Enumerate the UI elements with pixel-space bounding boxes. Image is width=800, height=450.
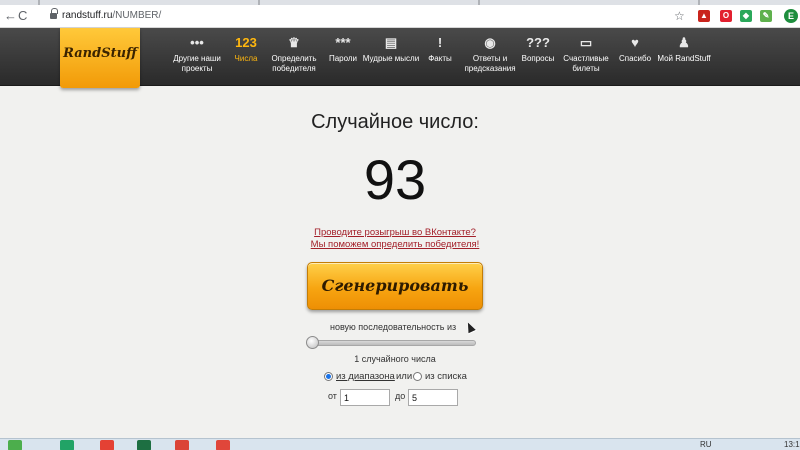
url-host: randstuff.ru xyxy=(62,10,113,21)
clock[interactable]: 13:1 xyxy=(784,439,800,450)
mouse-cursor-icon xyxy=(462,319,478,335)
reload-icon[interactable]: C xyxy=(18,8,27,24)
language-indicator[interactable]: RU xyxy=(700,439,712,450)
range-mode-radio[interactable] xyxy=(324,372,333,381)
sequence-label: новую последовательность из xyxy=(330,322,457,332)
from-label: от xyxy=(328,391,337,401)
nav-label: Мой RandStuff xyxy=(657,54,711,63)
range-from-input[interactable] xyxy=(340,389,390,406)
count-slider-track[interactable] xyxy=(311,340,476,346)
nav-my-randstuff[interactable]: ♟ Мой RandStuff xyxy=(654,34,714,64)
url-path: /NUMBER/ xyxy=(112,10,162,21)
site-logo[interactable]: RandStuff xyxy=(60,28,140,88)
address-bar: ← C randstuff.ru/NUMBER/ ☆ ▲ O ◆ ✎ E xyxy=(0,5,800,28)
logo-text: RandStuff xyxy=(63,46,137,61)
app-icon[interactable] xyxy=(100,440,114,450)
app-icon[interactable] xyxy=(216,440,230,450)
chrome-icon[interactable] xyxy=(175,440,189,450)
range-to-input[interactable] xyxy=(408,389,458,406)
pdf-extension-icon[interactable]: ▲ xyxy=(698,10,710,22)
user-icon: ♟ xyxy=(678,35,690,50)
random-number-result: 93 xyxy=(363,148,427,211)
green-extension-icon[interactable]: ◆ xyxy=(740,10,752,22)
back-arrow-icon[interactable]: ← xyxy=(4,8,17,24)
app-icon[interactable] xyxy=(60,440,74,450)
list-mode-radio[interactable] xyxy=(413,372,422,381)
os-taskbar: RU 13:1 xyxy=(0,438,800,450)
excel-icon[interactable] xyxy=(137,440,151,450)
opera-extension-icon[interactable]: O xyxy=(720,10,732,22)
url-field[interactable]: randstuff.ru/NUMBER/ xyxy=(62,10,161,22)
winner-promo-link[interactable]: Мы поможем определить победителя! xyxy=(0,239,790,251)
list-mode-label[interactable]: из списка xyxy=(425,371,467,383)
page-title: Случайное число: xyxy=(311,111,479,133)
generate-button[interactable]: Сгенерировать xyxy=(307,262,483,310)
to-label: до xyxy=(395,391,406,401)
leaf-extension-icon[interactable]: ✎ xyxy=(760,10,772,22)
bookmark-star-icon[interactable]: ☆ xyxy=(674,9,685,23)
count-slider-handle[interactable] xyxy=(306,336,319,349)
count-label: 1 случайного числа xyxy=(354,354,436,364)
vk-promo-link[interactable]: Проводите розыгрыш во ВКонтакте? xyxy=(0,227,790,239)
lock-icon[interactable] xyxy=(50,8,58,20)
generate-button-label: Сгенерировать xyxy=(321,276,469,295)
mode-or-text: или xyxy=(396,371,413,382)
profile-avatar[interactable]: E xyxy=(784,9,798,23)
range-mode-label[interactable]: из диапазона xyxy=(336,371,395,383)
start-button-icon[interactable] xyxy=(8,440,22,450)
